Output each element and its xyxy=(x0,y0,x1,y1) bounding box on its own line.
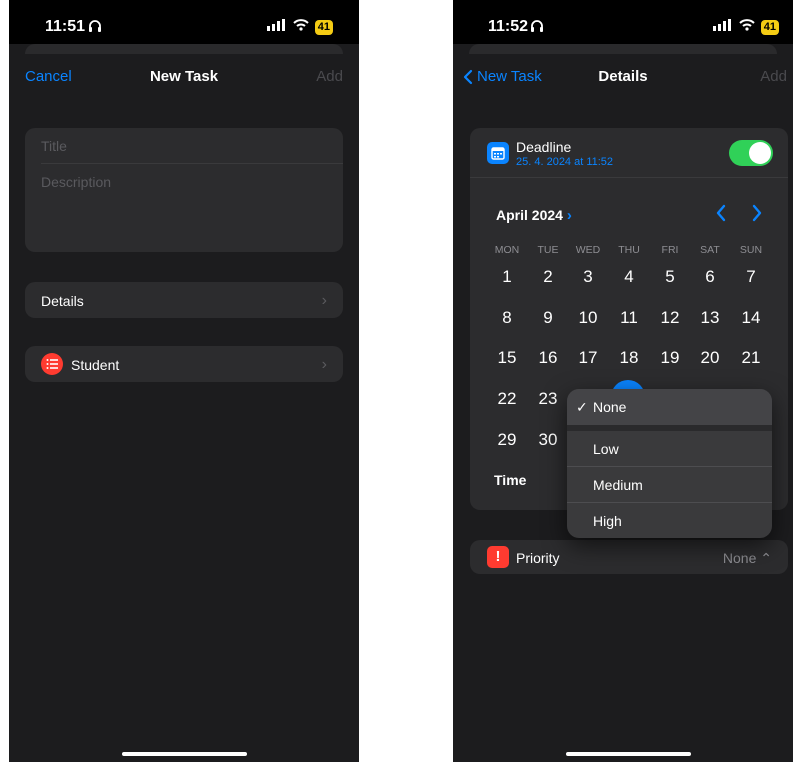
priority-row[interactable]: ! Priority None ⌃ xyxy=(470,540,788,574)
headphones-icon xyxy=(530,19,544,38)
wifi-icon xyxy=(293,18,309,36)
calendar-day[interactable]: 17 xyxy=(569,348,607,368)
calendar-day[interactable]: 5 xyxy=(651,267,689,287)
prev-month-button[interactable] xyxy=(715,204,727,227)
wifi-icon xyxy=(739,18,755,36)
calendar-day[interactable]: 20 xyxy=(691,348,729,368)
calendar-day[interactable]: 23 xyxy=(529,389,567,409)
nav-bar: Cancel New Task Add xyxy=(9,54,359,98)
chevron-right-icon: › xyxy=(321,356,327,373)
chevron-right-icon: › xyxy=(321,292,327,309)
calendar-day[interactable]: 14 xyxy=(732,308,770,328)
details-label: Details xyxy=(41,293,84,309)
sheet-edge xyxy=(469,44,777,54)
month-year-button[interactable]: April 2024 › xyxy=(496,207,572,224)
calendar-day[interactable]: 7 xyxy=(732,267,770,287)
home-indicator[interactable] xyxy=(122,752,247,756)
deadline-toggle[interactable] xyxy=(729,140,773,166)
add-button[interactable]: Add xyxy=(316,68,343,85)
weekday-header: SUN xyxy=(739,244,763,256)
priority-icon: ! xyxy=(487,546,509,568)
calendar-day[interactable]: 22 xyxy=(488,389,526,409)
status-bar: 11:52 41 xyxy=(453,0,793,44)
status-bar: 11:51 41 xyxy=(9,0,359,44)
sheet-edge xyxy=(25,44,343,54)
calendar-day[interactable]: 8 xyxy=(488,308,526,328)
calendar-day[interactable]: 3 xyxy=(569,267,607,287)
calendar-day[interactable]: 1 xyxy=(488,267,526,287)
next-month-button[interactable] xyxy=(751,204,763,227)
calendar-day[interactable]: 6 xyxy=(691,267,729,287)
chevron-right-icon xyxy=(752,204,762,222)
menu-item-low[interactable]: Low xyxy=(567,441,772,457)
description-input[interactable]: Description xyxy=(41,174,111,190)
list-icon xyxy=(41,353,63,380)
calendar-day[interactable]: 30 xyxy=(529,430,567,450)
calendar-day[interactable]: 19 xyxy=(651,348,689,368)
weekday-header: WED xyxy=(575,244,601,256)
signal-icon xyxy=(266,18,287,36)
weekday-header: SAT xyxy=(700,244,720,256)
battery-icon: 41 xyxy=(760,19,779,35)
list-row[interactable]: Student › xyxy=(25,346,343,382)
menu-separator xyxy=(567,502,772,503)
weekday-header: THU xyxy=(618,244,640,256)
calendar-day[interactable]: 4 xyxy=(610,267,648,287)
deadline-value[interactable]: 25. 4. 2024 at 11:52 xyxy=(516,156,613,168)
priority-label: Priority xyxy=(516,550,560,566)
chevron-right-icon: › xyxy=(566,207,572,224)
battery-icon: 41 xyxy=(314,19,333,35)
title-input[interactable]: Title xyxy=(41,138,67,154)
page-title: New Task xyxy=(149,68,219,85)
calendar-day[interactable]: 11 xyxy=(610,308,648,328)
divider xyxy=(470,177,788,178)
priority-value: None xyxy=(722,550,757,566)
calendar-day[interactable]: 9 xyxy=(529,308,567,328)
page-title: Details xyxy=(598,68,648,85)
menu-group-separator xyxy=(567,425,772,431)
calendar-day[interactable]: 10 xyxy=(569,308,607,328)
headphones-icon xyxy=(88,19,102,38)
add-button[interactable]: Add xyxy=(760,68,787,85)
details-screen: 11:52 41 New Task Details Add Deadline 2… xyxy=(453,0,793,762)
priority-value-button[interactable]: None ⌃ xyxy=(723,550,772,567)
divider xyxy=(41,163,343,164)
task-form-card: Title Description xyxy=(25,128,343,252)
calendar-day[interactable]: 12 xyxy=(651,308,689,328)
chevron-left-icon xyxy=(716,204,726,222)
toggle-knob xyxy=(749,142,771,164)
calendar-day[interactable]: 18 xyxy=(610,348,648,368)
calendar-day[interactable]: 29 xyxy=(488,430,526,450)
weekday-header: MON xyxy=(494,244,520,256)
calendar-icon xyxy=(487,142,509,169)
status-time: 11:51 xyxy=(45,18,86,35)
signal-icon xyxy=(712,18,733,36)
menu-item-none[interactable]: None xyxy=(567,399,772,415)
deadline-label: Deadline xyxy=(516,139,572,155)
menu-separator xyxy=(567,466,772,467)
weekday-header: TUE xyxy=(537,244,559,256)
chevron-up-down-icon: ⌃ xyxy=(760,550,772,566)
menu-item-medium[interactable]: Medium xyxy=(567,477,772,493)
menu-item-high[interactable]: High xyxy=(567,513,772,529)
calendar-day[interactable]: 13 xyxy=(691,308,729,328)
home-indicator[interactable] xyxy=(566,752,691,756)
time-label: Time xyxy=(494,472,527,488)
nav-bar: New Task Details Add xyxy=(453,54,793,98)
details-row[interactable]: Details › xyxy=(25,282,343,318)
calendar-day[interactable]: 2 xyxy=(529,267,567,287)
status-time: 11:52 xyxy=(488,18,529,35)
list-label: Student xyxy=(71,357,120,373)
calendar-day[interactable]: 21 xyxy=(732,348,770,368)
calendar-day[interactable]: 16 xyxy=(529,348,567,368)
calendar-day[interactable]: 15 xyxy=(488,348,526,368)
new-task-screen: 11:51 41 Cancel New Task Add Title Descr… xyxy=(9,0,359,762)
priority-menu: ✓ None Low Medium High xyxy=(567,389,772,538)
month-label: April 2024 xyxy=(496,207,563,223)
weekday-header: FRI xyxy=(661,244,679,256)
